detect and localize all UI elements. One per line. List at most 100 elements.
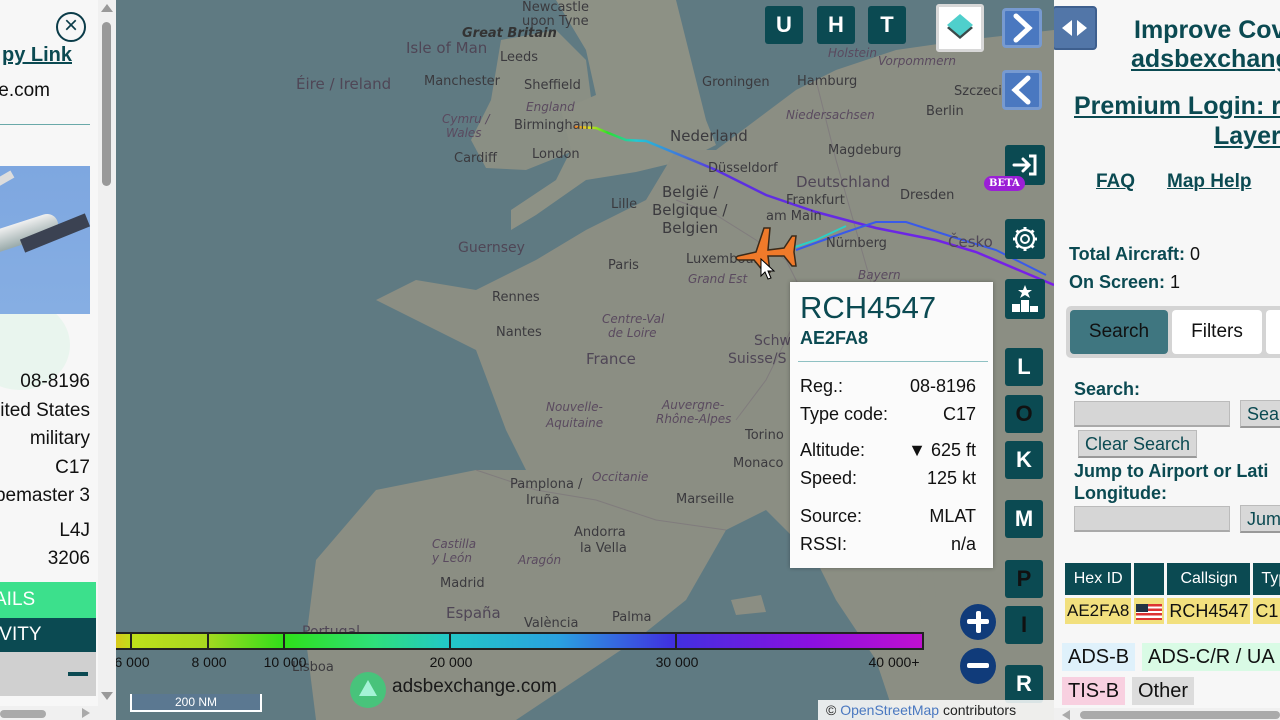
activity-button[interactable]: IVITY <box>0 618 96 652</box>
share-domain: e.com <box>0 80 50 101</box>
legend-tick <box>207 634 209 648</box>
search-button[interactable]: Sea <box>1240 400 1280 428</box>
sidebar-toggle-button[interactable] <box>1054 6 1097 50</box>
toggle-k-button[interactable]: K <box>1005 441 1043 479</box>
aircraft-photo[interactable] <box>0 166 90 314</box>
jump-label-2: Longitude: <box>1074 483 1167 503</box>
legend-tis-b: TIS-B <box>1062 677 1126 705</box>
map-label: Holstein <box>828 46 877 60</box>
premium-login-link-2[interactable]: Layer <box>1214 122 1280 151</box>
copy-link[interactable]: py Link <box>2 44 72 67</box>
map-label: Hamburg <box>797 74 858 89</box>
horizontal-scrollbar[interactable] <box>0 706 98 720</box>
layers-button[interactable] <box>936 4 984 52</box>
map-label: Belgique / <box>652 201 728 219</box>
scrollbar-thumb[interactable] <box>0 710 46 718</box>
col-hex-id[interactable]: Hex ID <box>1065 563 1132 595</box>
chevron-left-icon <box>1011 75 1031 105</box>
cell-hex: AE2FA8 <box>1065 598 1132 624</box>
faq-link[interactable]: FAQ <box>1096 171 1135 193</box>
toggle-h-button[interactable]: H <box>817 6 855 44</box>
vertical-scrollbar[interactable] <box>98 0 116 720</box>
col-callsign[interactable]: Callsign <box>1167 563 1251 595</box>
clear-search-button[interactable]: Clear Search <box>1078 430 1198 458</box>
divider <box>0 124 90 125</box>
collapse-section[interactable] <box>0 652 96 696</box>
legend-tick-label: 20 000 <box>429 654 473 670</box>
gear-icon <box>1013 227 1037 251</box>
map-label: Iruña <box>526 493 560 508</box>
cell-flag <box>1134 598 1165 624</box>
map-canvas[interactable]: Newcastle upon Tyne Great Britain Isle o… <box>116 0 1054 720</box>
scroll-right-icon[interactable] <box>82 708 90 718</box>
tab-more[interactable] <box>1266 310 1280 354</box>
map-help-link[interactable]: Map Help <box>1167 171 1251 193</box>
jump-input[interactable] <box>1074 506 1230 532</box>
aircraft-info-panel: × py Link e.com 08-8196 ited States mili… <box>0 0 116 720</box>
scrollbar-thumb[interactable] <box>102 22 111 186</box>
prev-button[interactable] <box>1002 70 1042 110</box>
map-label: Berlin <box>926 104 964 119</box>
map-label: Nürnberg <box>826 236 887 251</box>
zoom-out-button[interactable] <box>960 648 996 684</box>
toggle-r-button[interactable]: R <box>1005 665 1043 703</box>
improve-coverage-link[interactable]: adsbexchang <box>1131 45 1280 74</box>
scroll-down-icon[interactable] <box>101 692 113 700</box>
zoom-in-button[interactable] <box>960 604 996 640</box>
settings-button[interactable] <box>1005 219 1045 259</box>
land-mallorca <box>731 595 766 615</box>
legend-tick-label: 8 000 <box>191 654 227 670</box>
detail-country: ited States <box>0 399 90 421</box>
col-type[interactable]: Typ <box>1253 563 1280 595</box>
map-label: Nantes <box>496 325 542 340</box>
on-screen-count: On Screen: 1 <box>1069 272 1181 292</box>
map-label: Nouvelle- <box>546 400 603 414</box>
table-row[interactable]: AE2FA8 RCH4547 C1 <box>1065 598 1280 624</box>
scale-bar: 200 NM <box>130 694 262 712</box>
toggle-o-button[interactable]: O <box>1005 395 1043 433</box>
beta-badge: BETA <box>984 176 1025 191</box>
map-label: France <box>586 350 636 368</box>
map-label: Belgien <box>662 219 719 237</box>
map-label: Nederland <box>670 127 748 145</box>
toggle-m-button[interactable]: M <box>1005 500 1043 538</box>
tab-search[interactable]: Search <box>1070 310 1168 354</box>
popup-row-source: Source: MLAT <box>800 506 976 526</box>
legend-tick-label: 30 000 <box>655 654 699 670</box>
horizontal-scrollbar[interactable] <box>1054 708 1280 720</box>
next-button[interactable] <box>1002 8 1042 48</box>
toggle-p-button[interactable]: P <box>1005 560 1043 598</box>
map-label: Grand Est <box>688 272 748 286</box>
popup-divider <box>798 361 988 362</box>
toggle-u-button[interactable]: U <box>765 6 803 44</box>
search-input[interactable] <box>1074 401 1230 427</box>
map-label: Pamplona / <box>510 477 583 492</box>
left-right-arrows-icon <box>1062 20 1087 36</box>
scroll-up-icon[interactable] <box>101 4 113 12</box>
improve-coverage-heading: Improve Cov <box>1134 16 1280 44</box>
osm-link[interactable]: OpenStreetMap <box>840 702 939 718</box>
toggle-i-button[interactable]: I <box>1005 606 1043 644</box>
toggle-t-button[interactable]: T <box>868 6 906 44</box>
toggle-l-button[interactable]: L <box>1005 348 1043 386</box>
detail-registration: 08-8196 <box>20 371 90 392</box>
aircraft-popup[interactable]: RCH4547 AE2FA8 Reg.: 08-8196 Type code: C1… <box>790 282 993 568</box>
detail-category: military <box>29 428 90 449</box>
map-label: Aragón <box>518 553 562 567</box>
scrollbar-thumb[interactable] <box>1080 711 1280 719</box>
scroll-left-icon[interactable] <box>1062 710 1070 720</box>
adsb-exchange-app: × py Link e.com 08-8196 ited States mili… <box>0 0 1280 720</box>
details-button[interactable]: AILS <box>0 582 96 618</box>
total-aircraft: Total Aircraft: 0 <box>1069 244 1201 264</box>
map-label: Aquitaine <box>546 416 604 430</box>
close-icon[interactable]: × <box>56 12 86 42</box>
popup-row-reg: Reg.: 08-8196 <box>800 376 976 396</box>
map-label: Isle of Man <box>406 39 488 57</box>
jump-button[interactable]: Jum <box>1240 505 1280 533</box>
premium-login-link[interactable]: Premium Login: r <box>1074 92 1280 121</box>
tab-filters[interactable]: Filters <box>1172 310 1262 354</box>
leaderboard-button[interactable] <box>1005 279 1045 319</box>
col-flag[interactable] <box>1134 563 1165 595</box>
map-label: Niedersachsen <box>786 108 875 122</box>
map-label: Birmingham <box>514 118 594 133</box>
